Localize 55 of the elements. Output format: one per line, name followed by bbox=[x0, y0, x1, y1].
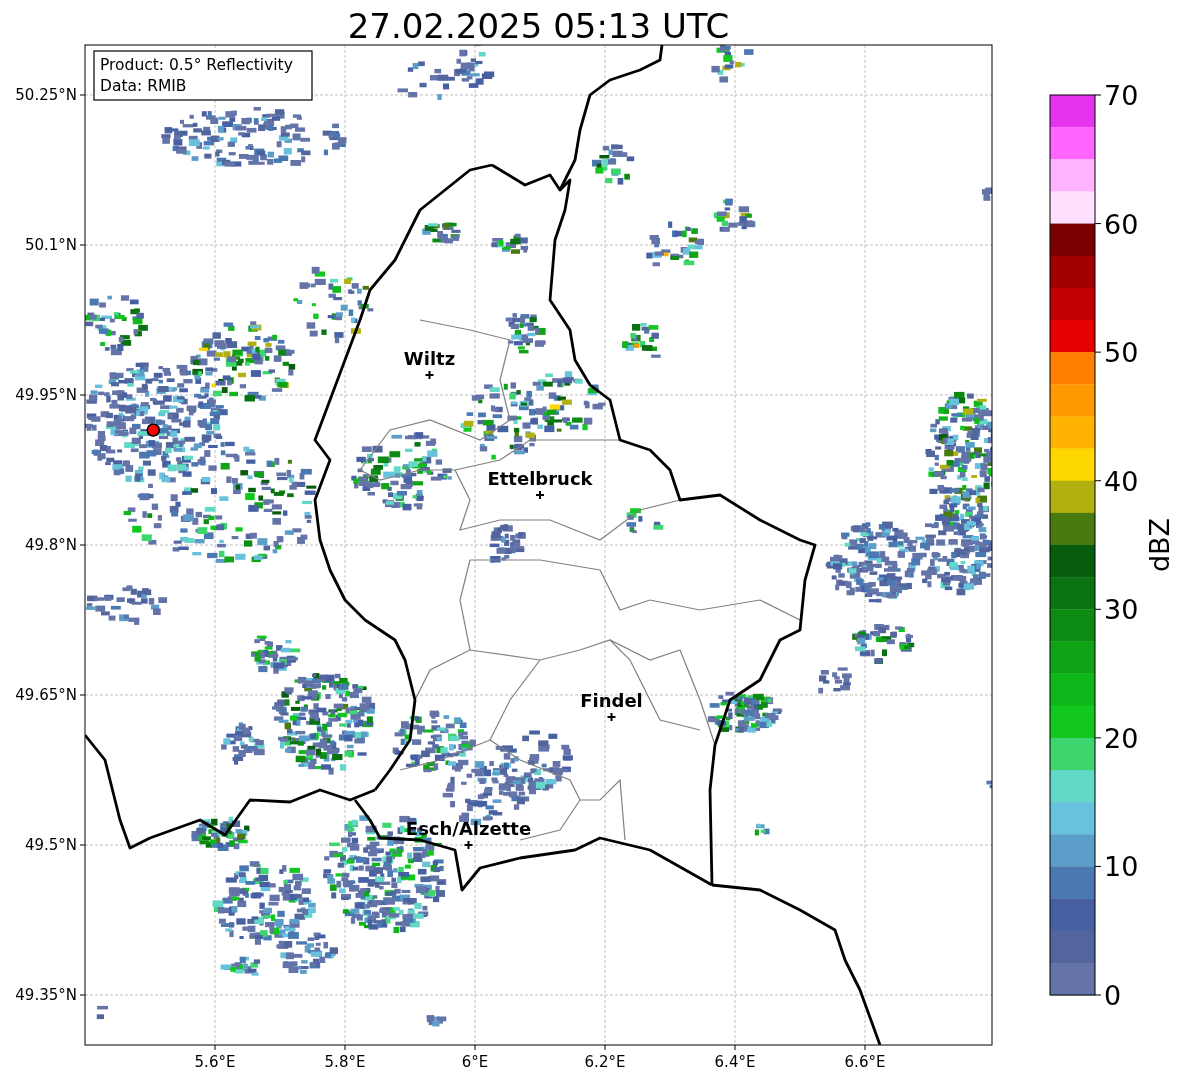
colorbar-label: dBZ bbox=[1144, 517, 1175, 573]
info-text: Product: 0.5° Reflectivity bbox=[100, 56, 293, 74]
axis-tick-label: 6°E bbox=[461, 1053, 489, 1071]
axis-tick-label: 49.95°N bbox=[15, 386, 77, 404]
tick-mark bbox=[79, 94, 86, 96]
info-text: Data: RMIB bbox=[100, 77, 187, 95]
radar-site-marker bbox=[146, 423, 160, 437]
colorbar-tick-label: 10 bbox=[1104, 851, 1139, 883]
tick-mark bbox=[79, 694, 86, 696]
colorbar-tick-label: 70 bbox=[1104, 80, 1139, 111]
tick-mark bbox=[1094, 737, 1102, 739]
chart-title: 27.02.2025 05:13 UTC bbox=[347, 6, 730, 46]
axis-tick-label: 5.8°E bbox=[324, 1053, 366, 1071]
city-marker bbox=[463, 840, 474, 850]
tick-mark bbox=[1094, 480, 1102, 482]
tick-mark bbox=[1094, 94, 1102, 96]
tick-mark bbox=[734, 1044, 736, 1051]
tick-mark bbox=[1094, 351, 1102, 353]
colorbar-tick-label: 60 bbox=[1104, 208, 1139, 240]
tick-mark bbox=[1094, 608, 1102, 610]
city-label: Wiltz bbox=[403, 348, 456, 369]
city-label: Esch/Alzette bbox=[405, 818, 532, 839]
colorbar-tick-label: 30 bbox=[1104, 594, 1139, 626]
tick-mark bbox=[79, 244, 86, 246]
colorbar-tick-label: 50 bbox=[1104, 337, 1139, 369]
axis-tick-label: 6.2°E bbox=[584, 1053, 626, 1071]
city-marker bbox=[535, 490, 545, 500]
tick-mark bbox=[474, 1044, 476, 1051]
axis-tick-label: 49.5°N bbox=[24, 836, 77, 854]
colorbar-tick-label: 20 bbox=[1104, 722, 1139, 754]
axis-tick-label: 6.6°E bbox=[844, 1053, 886, 1071]
axis-tick-label: 6.4°E bbox=[714, 1053, 756, 1071]
city-marker bbox=[424, 370, 435, 380]
tick-mark bbox=[79, 394, 86, 396]
axis-tick-label: 49.35°N bbox=[15, 986, 77, 1004]
tick-mark bbox=[1094, 223, 1102, 225]
city-label: Findel bbox=[580, 690, 643, 711]
tick-mark bbox=[344, 1044, 346, 1051]
axis-tick-label: 50.1°N bbox=[24, 236, 77, 254]
tick-mark bbox=[79, 994, 86, 996]
tick-mark bbox=[214, 1044, 216, 1051]
tick-mark bbox=[79, 544, 86, 546]
axis-tick-label: 50.25°N bbox=[15, 86, 77, 104]
city-marker bbox=[606, 712, 617, 722]
colorbar-tick-label: 0 bbox=[1104, 980, 1122, 1011]
city-label: Ettelbruck bbox=[487, 468, 593, 489]
axis-tick-label: 49.65°N bbox=[15, 686, 77, 704]
axis-tick-label: 49.8°N bbox=[24, 536, 77, 554]
axis-tick-label: 5.6°E bbox=[194, 1053, 236, 1071]
tick-mark bbox=[79, 844, 86, 846]
tick-mark bbox=[864, 1044, 866, 1051]
tick-mark bbox=[1094, 865, 1102, 867]
tick-mark bbox=[604, 1044, 606, 1051]
colorbar-tick-label: 40 bbox=[1104, 465, 1139, 497]
tick-mark bbox=[1094, 994, 1102, 996]
